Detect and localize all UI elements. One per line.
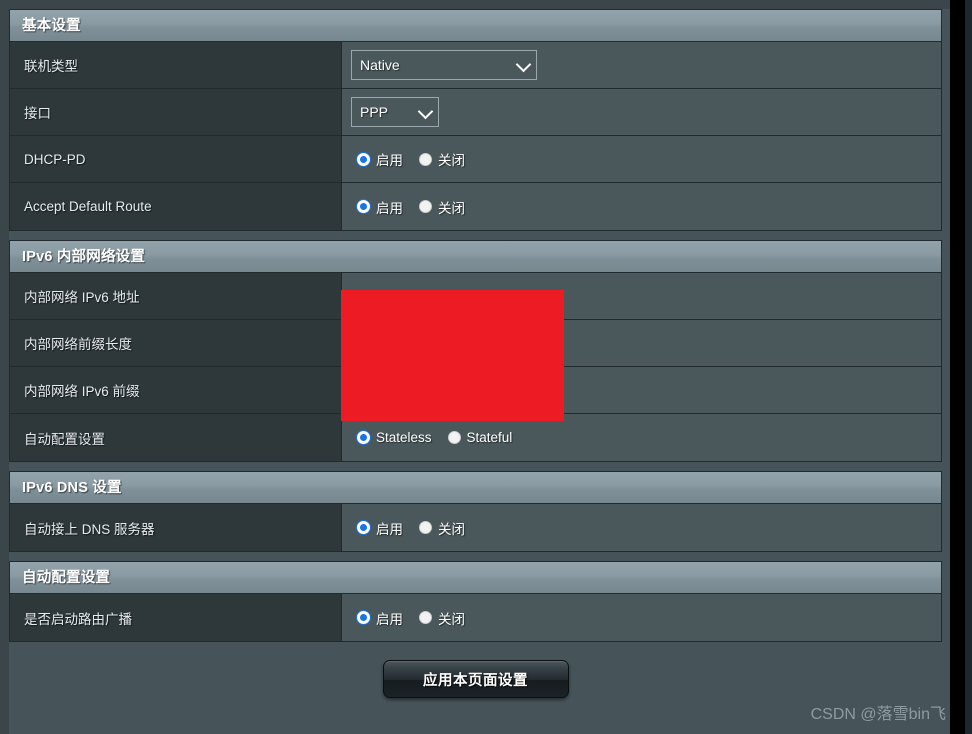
dhcp-pd-radio-enable-label: 启用 <box>376 153 403 168</box>
dhcp-pd-radio-disable[interactable]: 关闭 <box>419 149 465 169</box>
row-label-enable-router-advertisement: 是否启动路由广播 <box>10 594 342 641</box>
auto-configuration-radio-stateless[interactable]: Stateless <box>357 430 432 445</box>
row-label-accept-default-route: Accept Default Route <box>10 183 342 230</box>
row-enable-router-advertisement: 是否启动路由广播 启用 关闭 <box>10 594 941 641</box>
radio-selected-icon[interactable] <box>357 200 370 213</box>
router-advertisement-radio-enable[interactable]: 启用 <box>357 608 403 628</box>
row-value-connection-type: Native <box>342 42 941 88</box>
row-auto-configuration: 自动配置设置 Stateless Stateful <box>10 414 941 461</box>
auto-configuration-radio-stateful-label: Stateful <box>466 430 513 445</box>
row-value-auto-configuration: Stateless Stateful <box>342 414 941 461</box>
row-interface: 接口 PPP <box>10 89 941 136</box>
chevron-down-icon <box>417 103 434 120</box>
row-auto-connect-dns: 自动接上 DNS 服务器 启用 关闭 <box>10 504 941 551</box>
connection-type-select[interactable]: Native <box>351 50 537 80</box>
row-value-accept-default-route: 启用 关闭 <box>342 183 941 230</box>
panel-ipv6-dns-settings: IPv6 DNS 设置 自动接上 DNS 服务器 启用 关闭 <box>9 471 942 552</box>
auto-configuration-radio-group: Stateless Stateful <box>351 430 528 445</box>
auto-connect-dns-radio-disable-label: 关闭 <box>438 521 465 537</box>
radio-selected-icon[interactable] <box>357 431 370 444</box>
accept-default-route-radio-disable-label: 关闭 <box>438 200 465 216</box>
connection-type-select-value: Native <box>360 57 400 73</box>
radio-selected-icon[interactable] <box>357 521 370 534</box>
router-advertisement-radio-group: 启用 关闭 <box>351 608 481 628</box>
panel-header-basic-settings: 基本设置 <box>10 10 941 42</box>
auto-connect-dns-radio-enable[interactable]: 启用 <box>357 518 403 538</box>
radio-unselected-icon[interactable] <box>419 152 432 166</box>
page-right-black-edge <box>950 0 972 734</box>
row-value-auto-connect-dns: 启用 关闭 <box>342 504 941 551</box>
row-label-dhcp-pd: DHCP-PD <box>10 136 342 182</box>
panel-header-ipv6-lan-settings: IPv6 内部网络设置 <box>10 241 941 273</box>
auto-connect-dns-radio-disable[interactable]: 关闭 <box>419 518 465 538</box>
row-dhcp-pd: DHCP-PD 启用 关闭 <box>10 136 941 183</box>
csdn-watermark: CSDN @落雪bin飞 <box>810 706 946 723</box>
page-top-edge <box>0 0 972 9</box>
panel-header-ipv6-dns-settings: IPv6 DNS 设置 <box>10 472 941 504</box>
row-label-lan-prefix-length: 内部网络前缀长度 <box>10 320 342 366</box>
radio-selected-icon[interactable] <box>357 152 370 166</box>
auto-connect-dns-radio-enable-label: 启用 <box>376 521 403 537</box>
row-label-interface: 接口 <box>10 89 342 135</box>
router-advertisement-radio-disable[interactable]: 关闭 <box>419 608 465 628</box>
router-settings-page: 基本设置 联机类型 Native 接口 PPP DHCP-PD 启用 关闭 Ac… <box>0 0 972 734</box>
panel-header-auto-config-settings: 自动配置设置 <box>10 562 941 594</box>
row-label-connection-type: 联机类型 <box>10 42 342 88</box>
apply-button-container: 应用本页面设置 <box>9 660 942 698</box>
row-label-auto-connect-dns: 自动接上 DNS 服务器 <box>10 504 342 551</box>
radio-unselected-icon[interactable] <box>419 611 432 624</box>
row-label-lan-ipv6-prefix: 内部网络 IPv6 前缀 <box>10 367 342 413</box>
interface-select-value: PPP <box>360 104 389 120</box>
router-advertisement-radio-enable-label: 启用 <box>376 611 403 627</box>
radio-selected-icon[interactable] <box>357 611 370 624</box>
panel-auto-config-settings: 自动配置设置 是否启动路由广播 启用 关闭 <box>9 561 942 642</box>
dhcp-pd-radio-enable[interactable]: 启用 <box>357 149 403 169</box>
accept-default-route-radio-group: 启用 关闭 <box>351 197 481 217</box>
row-value-dhcp-pd: 启用 关闭 <box>342 136 941 182</box>
row-connection-type: 联机类型 Native <box>10 42 941 89</box>
row-value-interface: PPP <box>342 89 941 135</box>
row-accept-default-route: Accept Default Route 启用 关闭 <box>10 183 941 230</box>
page-right-inner-edge <box>965 0 972 734</box>
radio-unselected-icon[interactable] <box>419 521 432 534</box>
auto-configuration-radio-stateful[interactable]: Stateful <box>447 430 513 445</box>
accept-default-route-radio-disable[interactable]: 关闭 <box>419 197 465 217</box>
row-label-lan-ipv6-address: 内部网络 IPv6 地址 <box>10 273 342 319</box>
page-left-edge <box>0 0 9 734</box>
radio-unselected-icon[interactable] <box>447 431 461 444</box>
accept-default-route-radio-enable[interactable]: 启用 <box>357 197 403 217</box>
auto-connect-dns-radio-group: 启用 关闭 <box>351 518 481 538</box>
accept-default-route-radio-enable-label: 启用 <box>376 200 403 216</box>
row-label-auto-configuration: 自动配置设置 <box>10 414 342 461</box>
row-value-enable-router-advertisement: 启用 关闭 <box>342 594 941 641</box>
radio-unselected-icon[interactable] <box>419 200 432 213</box>
interface-select[interactable]: PPP <box>351 97 439 127</box>
apply-settings-button[interactable]: 应用本页面设置 <box>382 660 569 698</box>
auto-configuration-radio-stateless-label: Stateless <box>376 430 432 445</box>
dhcp-pd-radio-group: 启用 关闭 <box>351 149 481 169</box>
panel-basic-settings: 基本设置 联机类型 Native 接口 PPP DHCP-PD 启用 关闭 Ac… <box>9 9 942 231</box>
redaction-overlay <box>341 290 564 421</box>
router-advertisement-radio-disable-label: 关闭 <box>438 611 465 627</box>
dhcp-pd-radio-disable-label: 关闭 <box>438 153 465 168</box>
chevron-down-icon <box>515 56 532 73</box>
